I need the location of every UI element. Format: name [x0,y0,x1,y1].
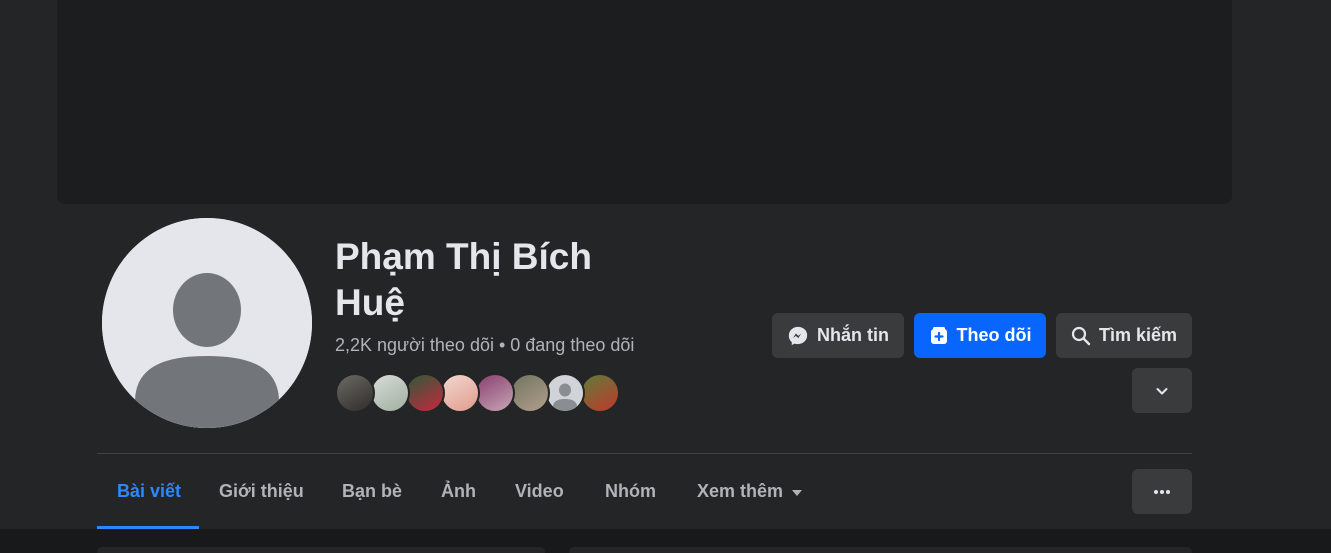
chevron-down-icon [1154,383,1170,399]
message-button[interactable]: Nhắn tin [772,313,904,358]
default-avatar-icon[interactable] [545,373,585,413]
message-button-label: Nhắn tin [817,325,889,345]
search-icon [1071,326,1091,346]
intro-card [97,547,545,553]
tab-about[interactable]: Giới thiệu [199,454,324,529]
friend-avatar[interactable] [580,373,620,413]
follow-icon [929,326,949,346]
friend-avatar[interactable] [475,373,515,413]
posts-card [569,547,1192,553]
default-avatar-icon [102,218,312,428]
tab-groups[interactable]: Nhóm [585,454,676,529]
friend-avatar[interactable] [335,373,375,413]
friend-avatar[interactable] [510,373,550,413]
tab-photos[interactable]: Ảnh [421,454,496,529]
ellipsis-icon [1153,489,1171,495]
tab-see-more[interactable]: Xem thêm [677,454,822,529]
more-options-button[interactable] [1132,368,1192,413]
follower-stats[interactable]: 2,2K người theo dõi • 0 đang theo dõi [335,335,634,356]
tab-more-button[interactable] [1132,469,1192,514]
profile-avatar[interactable] [102,218,312,428]
follow-button[interactable]: Theo dõi [914,313,1046,358]
search-button-label: Tìm kiếm [1098,325,1178,345]
friend-avatar[interactable] [440,373,480,413]
cover-photo[interactable] [57,0,1232,204]
friend-avatar[interactable] [405,373,445,413]
profile-page: Phạm Thị Bích Huệ 2,2K người theo dõi • … [0,0,1331,553]
profile-name: Phạm Thị Bích Huệ [335,236,592,323]
tab-videos[interactable]: Video [495,454,584,529]
tab-friends[interactable]: Bạn bè [322,454,422,529]
messenger-icon [787,325,809,347]
search-button[interactable]: Tìm kiếm [1056,313,1192,358]
caret-down-icon [792,489,803,496]
friend-avatar[interactable] [370,373,410,413]
tab-posts[interactable]: Bài viết [97,454,199,529]
follow-button-label: Theo dõi [956,325,1032,345]
